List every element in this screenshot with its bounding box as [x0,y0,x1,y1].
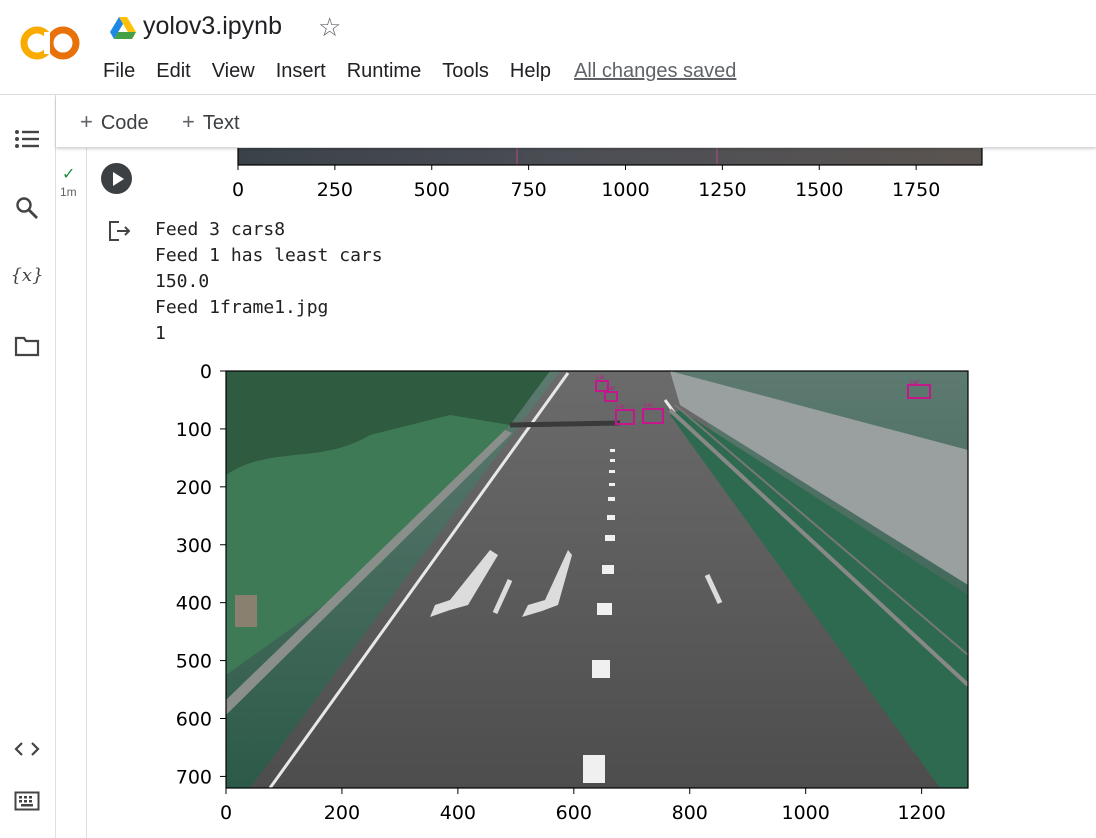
plus-icon: + [80,109,93,134]
x-tick-label: 500 [414,179,450,201]
y-tick-label: 500 [176,651,212,673]
svg-text:car: car [596,374,606,381]
x-tick-label: 0 [220,802,232,824]
add-code-button[interactable]: + Code [80,109,149,135]
menu-bar: File Edit View Insert Runtime Tools Help… [103,58,757,84]
x-tick-label: 600 [556,802,592,824]
table-of-contents-icon[interactable] [13,125,41,153]
left-sidebar: {x} [0,95,56,838]
x-tick-label: 1000 [782,802,830,824]
menu-help[interactable]: Help [510,58,551,84]
x-tick-label: 1250 [698,179,746,201]
output-line: Feed 3 cars8 [155,219,286,240]
x-tick-label: 800 [672,802,708,824]
star-icon[interactable]: ☆ [318,12,341,43]
notebook-title[interactable]: yolov3.ipynb [143,12,282,41]
output-icon[interactable] [107,219,133,243]
first-plot: 0 250 500 750 1000 1250 1500 1750 [232,148,983,201]
google-drive-icon[interactable] [110,17,136,39]
colab-logo[interactable] [18,22,82,62]
y-tick-label: 0 [200,361,212,383]
x-tick-label: 1500 [795,179,843,201]
svg-text:car: car [644,402,654,409]
x-tick-label: 0 [232,179,244,201]
x-tick-label: 400 [440,802,476,824]
menu-file[interactable]: File [103,58,135,84]
x-tick-label: 1200 [897,802,945,824]
svg-text:car: car [616,403,626,410]
cell-left-border [86,148,87,838]
x-tick-label: 750 [510,179,546,201]
run-cell-button[interactable] [101,163,132,194]
y-tick-label: 100 [176,419,212,441]
save-status-link[interactable]: All changes saved [574,58,736,84]
plus-icon: + [182,109,195,134]
cell-toolbar: + Code + Text [56,95,1096,147]
menu-insert[interactable]: Insert [276,58,326,84]
output-line: Feed 1frame1.jpg [155,297,329,318]
add-text-button[interactable]: + Text [182,109,240,135]
variables-icon[interactable]: {x} [10,261,43,289]
add-code-label: Code [100,112,149,134]
svg-text:car: car [606,385,616,392]
files-icon[interactable] [13,332,41,360]
menu-edit[interactable]: Edit [156,58,190,84]
road-image: car car car car car [226,371,968,788]
output-line: 150.0 [155,271,210,292]
menu-tools[interactable]: Tools [442,58,489,84]
first-plot-image [238,148,982,165]
menu-view[interactable]: View [212,58,255,84]
search-icon[interactable] [13,194,41,222]
y-tick-label: 300 [176,535,212,557]
y-tick-label: 200 [176,477,212,499]
x-tick-label: 200 [324,802,360,824]
code-snippets-icon[interactable] [13,735,41,763]
y-tick-label: 700 [176,766,212,788]
header-bar: yolov3.ipynb ☆ File Edit View Insert Run… [0,0,1096,95]
x-tick-label: 1750 [892,179,940,201]
y-tick-label: 400 [176,593,212,615]
y-tick-label: 600 [176,709,212,731]
checkmark-icon: ✓ [62,166,76,183]
svg-text:car: car [910,379,920,386]
menu-runtime[interactable]: Runtime [347,58,421,84]
execution-time: 1m [60,185,77,199]
output-line: 1 [155,323,166,344]
output-line: Feed 1 has least cars [155,245,383,266]
cell-output-text: Feed 3 cars8 Feed 1 has least cars 150.0… [155,217,383,347]
add-text-label: Text [202,112,240,134]
x-tick-label: 250 [317,179,353,201]
x-tick-label: 1000 [601,179,649,201]
command-palette-icon[interactable] [13,787,41,815]
detection-plot: car car car car car 0 200 400 600 800 1000 120… [176,361,969,824]
